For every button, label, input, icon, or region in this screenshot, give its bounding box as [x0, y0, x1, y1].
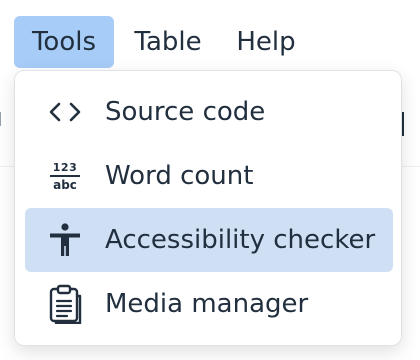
menu-item-source-code[interactable]: Source code: [25, 80, 393, 144]
menu-item-media-manager[interactable]: Media manager: [25, 272, 393, 336]
editor-edge-mark: [0, 112, 1, 126]
accessibility-icon: [25, 208, 105, 272]
word-count-icon-digits: 123: [52, 160, 78, 174]
menu-item-label: Word count: [105, 161, 254, 191]
word-count-icon: 123 abc: [25, 144, 105, 208]
menubar-item-table[interactable]: Table: [120, 16, 216, 68]
menu-item-word-count[interactable]: 123 abc Word count: [25, 144, 393, 208]
word-count-icon-letters: abc: [53, 177, 77, 192]
menu-item-label: Source code: [105, 97, 266, 127]
menubar-item-help[interactable]: Help: [222, 16, 310, 68]
menu-item-label: Accessibility checker: [105, 225, 376, 255]
menu-item-accessibility-checker[interactable]: Accessibility checker: [25, 208, 393, 272]
menubar-item-tools[interactable]: Tools: [14, 16, 114, 68]
clipboard-icon: [25, 272, 105, 336]
editor-page: Tools Table Help Source code 123 abc Wor…: [0, 0, 420, 360]
editor-cursor-mark: [402, 112, 404, 136]
tools-dropdown-menu: Source code 123 abc Word count Accessibi…: [14, 70, 402, 346]
source-code-icon: [25, 80, 105, 144]
menu-item-label: Media manager: [105, 289, 309, 319]
menubar: Tools Table Help: [0, 0, 420, 74]
